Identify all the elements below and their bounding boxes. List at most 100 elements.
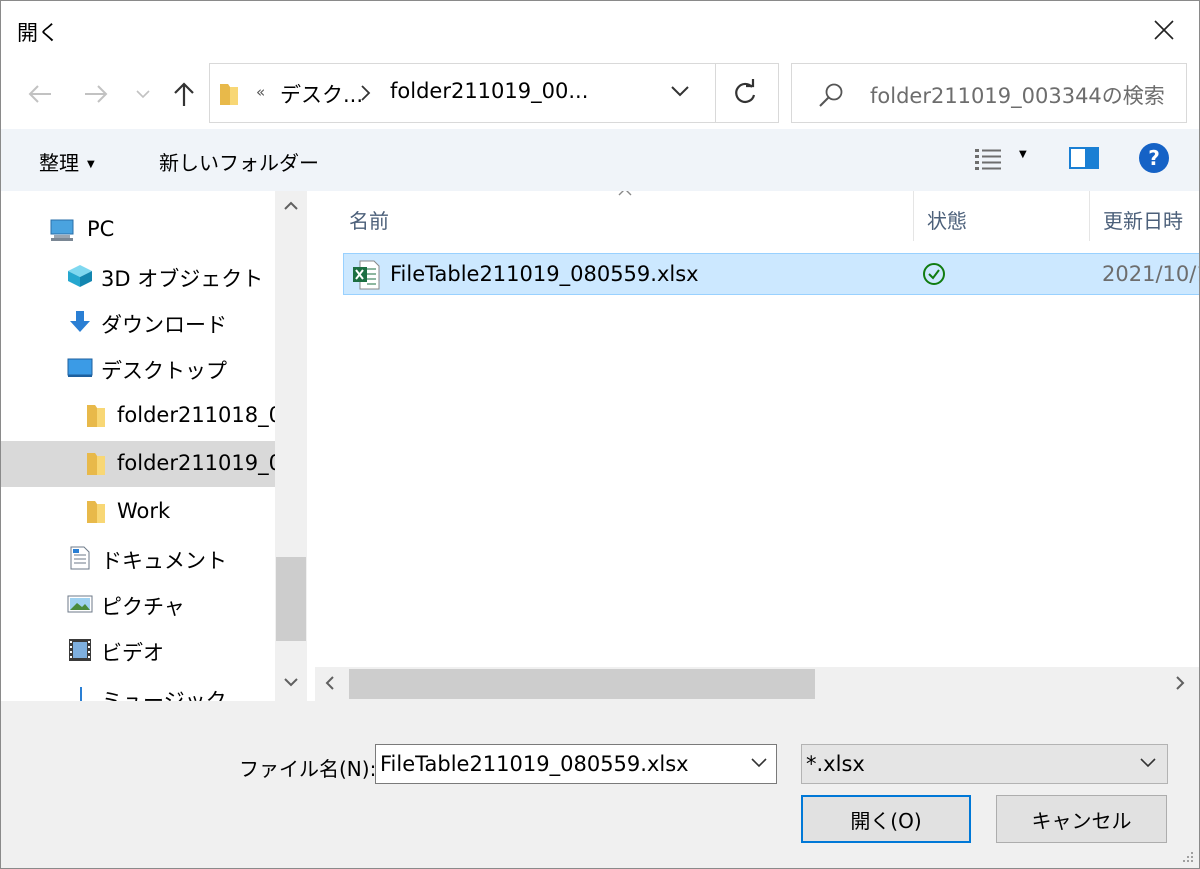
sidebar-item-desktop[interactable]: デスクトップ <box>1 345 275 391</box>
file-modified-date: 2021/10/1 <box>1102 262 1199 286</box>
sidebar-scrollbar[interactable] <box>275 191 307 701</box>
sidebar-item-label: デスクトップ <box>101 359 227 383</box>
address-bar[interactable]: « デスク... folder211019_00... <box>209 63 779 123</box>
column-header-status[interactable]: 状態 <box>927 205 967 234</box>
sidebar-item-folder211019[interactable]: folder211019_0 <box>1 441 275 487</box>
organize-label: 整理 <box>39 151 79 175</box>
pc-icon <box>50 219 74 241</box>
arrow-left-icon <box>28 85 51 103</box>
search-input[interactable]: folder211019_003344の検索 <box>870 80 1165 110</box>
view-options-icon[interactable] <box>973 146 1003 172</box>
open-file-dialog: 開く « デスク... folder211019_00... folder211… <box>0 0 1200 869</box>
title-bar: 開く <box>1 1 1199 59</box>
navigation-pane: PC 3D オブジェクト ダウンロード デスクトップ folder211018_… <box>1 191 307 701</box>
arrow-right-icon <box>85 85 108 103</box>
breadcrumb-folder[interactable]: folder211019_00... <box>390 79 588 103</box>
sidebar-item-label: Work <box>117 499 171 523</box>
recent-locations-button[interactable] <box>131 79 155 109</box>
dialog-footer: ファイル名(N): FileTable211019_080559.xlsx *.… <box>1 701 1199 868</box>
column-header-name[interactable]: 名前 <box>349 205 389 234</box>
breadcrumb-separator-icon <box>361 85 371 101</box>
refresh-icon[interactable] <box>730 78 760 108</box>
sidebar-item-label: ミュージック <box>101 689 227 701</box>
scroll-up-icon[interactable] <box>283 201 299 211</box>
sidebar-item-label: folder211018_0 <box>117 403 275 427</box>
download-icon <box>70 311 90 332</box>
file-list-scroll-thumb[interactable] <box>349 669 815 699</box>
caret-down-icon: ▼ <box>87 159 95 170</box>
up-button[interactable] <box>169 79 199 109</box>
chevron-down-icon[interactable] <box>670 84 690 98</box>
organize-button[interactable]: 整理 ▼ <box>39 147 95 176</box>
help-button[interactable]: ? <box>1139 143 1169 173</box>
documents-icon <box>70 546 90 570</box>
sort-ascending-icon <box>618 191 632 196</box>
search-box[interactable]: folder211019_003344の検索 <box>791 63 1187 123</box>
preview-pane-icon[interactable] <box>1069 147 1099 169</box>
sidebar-scroll-thumb[interactable] <box>276 557 306 641</box>
scroll-down-icon[interactable] <box>283 677 299 687</box>
sidebar-item-folder211018[interactable]: folder211018_0 <box>1 393 275 439</box>
back-button[interactable] <box>25 79 55 109</box>
sidebar-item-work[interactable]: Work <box>1 489 275 535</box>
sidebar-item-label: 3D オブジェクト <box>101 267 264 291</box>
open-button[interactable]: 開く(O) <box>801 795 971 843</box>
folder-icon <box>220 84 238 105</box>
sidebar-item-videos[interactable]: ビデオ <box>1 627 275 673</box>
folder-icon <box>87 405 105 427</box>
folder-icon <box>87 453 105 475</box>
close-icon <box>1154 20 1174 40</box>
navigation-bar: « デスク... folder211019_00... folder211019… <box>1 59 1199 129</box>
scroll-right-icon[interactable] <box>1175 675 1185 691</box>
folder-icon <box>87 501 105 523</box>
search-icon <box>819 83 843 107</box>
forward-button[interactable] <box>81 79 111 109</box>
file-name: FileTable211019_080559.xlsx <box>390 262 699 286</box>
filename-label: ファイル名(N): <box>239 757 377 781</box>
file-row[interactable]: FileTable211019_080559.xlsx 2021/10/1 <box>343 253 1199 295</box>
sidebar-item-pictures[interactable]: ピクチャ <box>1 581 275 627</box>
excel-file-icon <box>353 260 380 290</box>
sidebar-item-label: ダウンロード <box>101 313 227 337</box>
chevron-down-icon <box>136 90 150 99</box>
close-button[interactable] <box>1129 1 1199 59</box>
breadcrumb-desktop[interactable]: デスク... <box>280 79 363 109</box>
3d-objects-icon <box>68 265 92 287</box>
column-divider[interactable] <box>913 191 914 241</box>
pictures-icon <box>67 595 93 613</box>
videos-icon <box>69 639 91 661</box>
music-icon <box>80 687 82 701</box>
file-list: 名前 状態 更新日時 FileTable211019_080559.xlsx 2… <box>307 191 1199 701</box>
sidebar-item-label: ビデオ <box>101 641 164 665</box>
sidebar-item-downloads[interactable]: ダウンロード <box>1 299 275 345</box>
cancel-button[interactable]: キャンセル <box>996 795 1167 843</box>
filename-input[interactable]: FileTable211019_080559.xlsx <box>380 752 689 776</box>
sidebar-item-pc[interactable]: PC <box>1 207 275 253</box>
sidebar-item-label: ドキュメント <box>101 549 227 573</box>
filetype-dropdown[interactable]: *.xlsx <box>801 744 1168 784</box>
filename-combobox[interactable]: FileTable211019_080559.xlsx <box>375 744 777 784</box>
address-overflow[interactable]: « <box>256 83 265 101</box>
new-folder-button[interactable]: 新しいフォルダー <box>159 147 319 176</box>
arrow-up-icon <box>174 82 194 106</box>
file-list-scrollbar[interactable] <box>315 667 1199 701</box>
sidebar-item-label: PC <box>87 217 115 241</box>
column-header-modified[interactable]: 更新日時 <box>1103 205 1183 234</box>
column-divider[interactable] <box>1089 191 1090 241</box>
desktop-icon <box>67 358 93 377</box>
sidebar-item-music[interactable]: ミュージック <box>1 675 275 701</box>
sidebar-item-3d-objects[interactable]: 3D オブジェクト <box>1 253 275 299</box>
view-caret-icon[interactable]: ▼ <box>1019 149 1027 160</box>
chevron-down-icon[interactable] <box>750 755 768 769</box>
sidebar-item-label: ピクチャ <box>101 595 185 619</box>
command-bar: 整理 ▼ 新しいフォルダー ▼ ? <box>1 129 1199 191</box>
sidebar-item-label: folder211019_0 <box>117 451 275 475</box>
filetype-value: *.xlsx <box>806 752 865 776</box>
address-divider <box>715 64 716 122</box>
dialog-title: 開く <box>17 21 59 45</box>
scroll-left-icon[interactable] <box>325 675 335 691</box>
resize-grip-icon[interactable] <box>1181 850 1195 864</box>
sidebar-item-documents[interactable]: ドキュメント <box>1 535 275 581</box>
chevron-down-icon <box>1140 758 1156 768</box>
sync-check-icon <box>923 263 945 285</box>
